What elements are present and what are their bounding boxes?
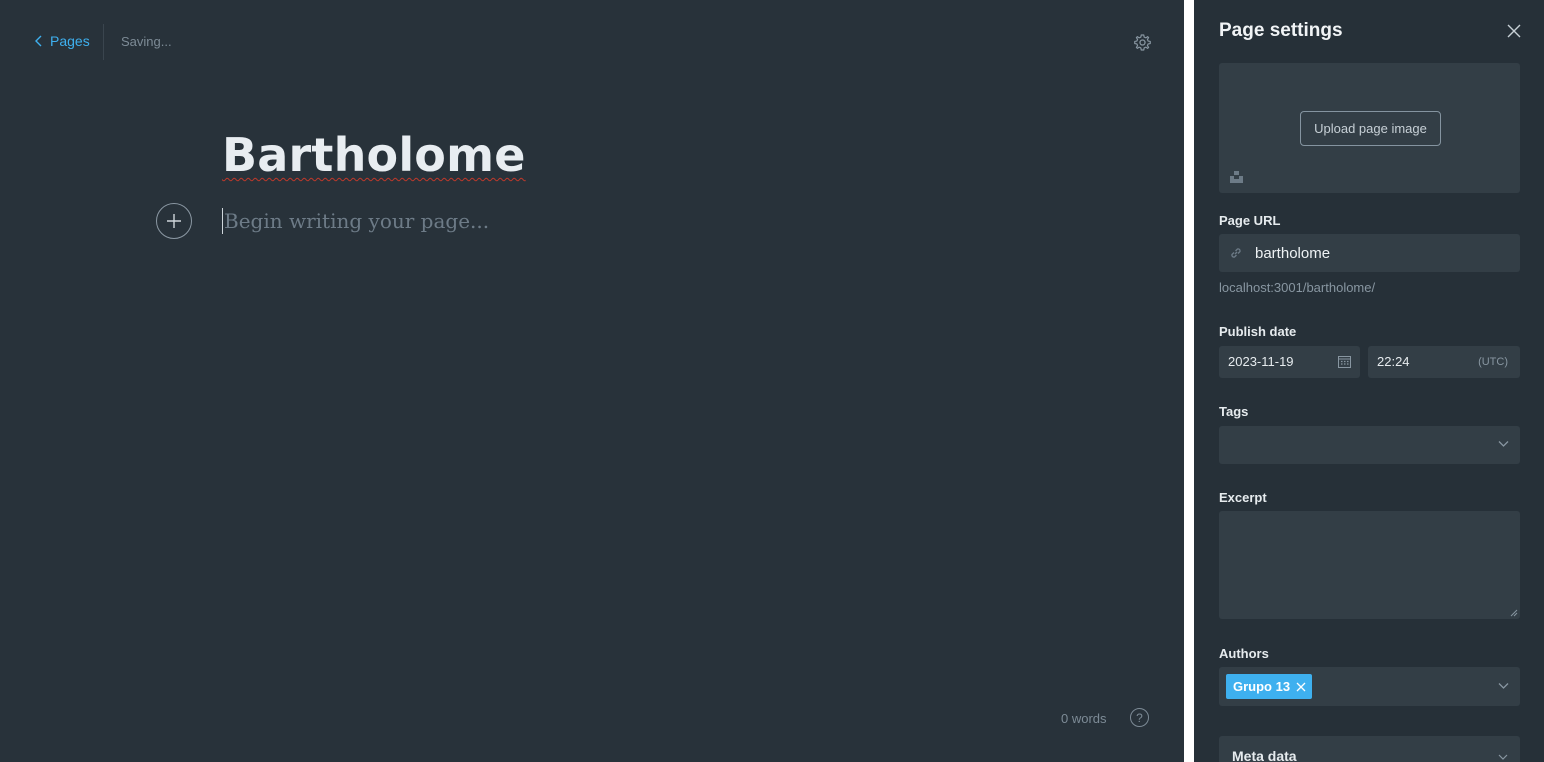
tags-label: Tags bbox=[1219, 404, 1249, 419]
timezone-label: (UTC) bbox=[1478, 356, 1508, 368]
word-count: 0 words bbox=[1061, 711, 1107, 726]
unsplash-icon[interactable] bbox=[1230, 171, 1243, 183]
back-link-label: Pages bbox=[50, 33, 90, 49]
url-input[interactable]: bartholome bbox=[1219, 234, 1520, 272]
remove-token-icon[interactable] bbox=[1296, 682, 1306, 692]
page-title[interactable]: Bartholome bbox=[222, 128, 526, 182]
chevron-down-icon bbox=[1498, 441, 1509, 447]
editor-header: Pages Saving... bbox=[0, 0, 1184, 84]
time-input[interactable]: 22:24 (UTC) bbox=[1368, 346, 1520, 378]
upload-image-button[interactable]: Upload page image bbox=[1300, 111, 1441, 146]
header-divider bbox=[103, 24, 104, 60]
authors-select[interactable]: Grupo 13 bbox=[1219, 667, 1520, 706]
body-editor[interactable]: Begin writing your page... bbox=[222, 208, 489, 234]
author-token-label: Grupo 13 bbox=[1233, 679, 1291, 694]
meta-data-label: Meta data bbox=[1232, 748, 1297, 762]
chevron-down-icon bbox=[1498, 683, 1509, 689]
author-token: Grupo 13 bbox=[1226, 674, 1313, 699]
back-to-pages-link[interactable]: Pages bbox=[34, 33, 90, 49]
publish-date-label: Publish date bbox=[1219, 324, 1297, 339]
editor-pane: Pages Saving... Bartholome Begin writing… bbox=[0, 0, 1184, 762]
chevron-left-icon bbox=[35, 35, 42, 47]
link-icon bbox=[1231, 248, 1241, 258]
date-value: 2023-11-19 bbox=[1228, 354, 1294, 369]
settings-panel: Page settings Upload page image Page URL… bbox=[1194, 0, 1544, 762]
url-value: bartholome bbox=[1255, 244, 1331, 262]
resize-grip-icon[interactable] bbox=[1510, 609, 1518, 617]
pane-separator bbox=[1184, 0, 1194, 762]
close-icon[interactable] bbox=[1506, 23, 1522, 39]
url-label: Page URL bbox=[1219, 213, 1281, 228]
page-title-text: Bartholome bbox=[222, 128, 526, 182]
chevron-right-icon bbox=[1498, 754, 1508, 760]
authors-label: Authors bbox=[1219, 646, 1269, 661]
add-card-button[interactable] bbox=[156, 203, 192, 239]
panel-title: Page settings bbox=[1219, 20, 1343, 41]
date-input[interactable]: 2023-11-19 bbox=[1219, 346, 1360, 378]
save-status: Saving... bbox=[121, 34, 172, 49]
question-icon: ? bbox=[1136, 710, 1143, 725]
time-value: 22:24 bbox=[1377, 354, 1410, 369]
plus-icon bbox=[167, 214, 181, 228]
excerpt-textarea[interactable] bbox=[1219, 511, 1520, 619]
calendar-icon[interactable] bbox=[1338, 355, 1351, 368]
settings-button[interactable] bbox=[1131, 31, 1153, 53]
tags-select[interactable] bbox=[1219, 426, 1520, 464]
help-button[interactable]: ? bbox=[1130, 708, 1149, 727]
gear-icon bbox=[1133, 33, 1151, 51]
excerpt-label: Excerpt bbox=[1219, 490, 1267, 505]
page-image-dropzone: Upload page image bbox=[1219, 63, 1520, 193]
url-preview: localhost:3001/bartholome/ bbox=[1219, 280, 1376, 295]
meta-data-section[interactable]: Meta data bbox=[1219, 736, 1520, 762]
